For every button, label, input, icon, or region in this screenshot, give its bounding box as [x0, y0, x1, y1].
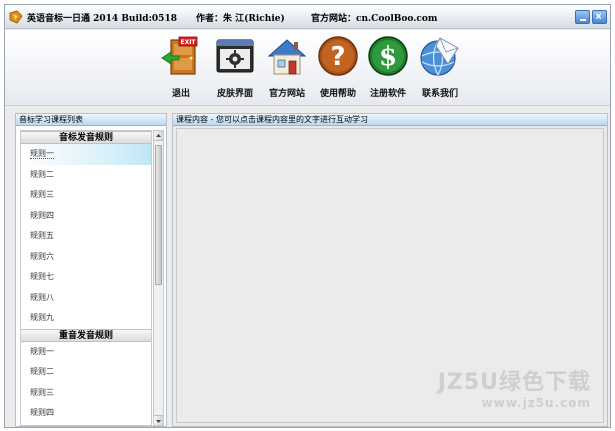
list-item-label: 规则二 [30, 169, 54, 179]
list-item-label: 规则四 [30, 408, 54, 417]
course-list: 音标发音规则 规则一 规则二 规则三 规则四 规则五 规则六 规则七 规则八 规… [20, 130, 152, 426]
globe-mail-icon [420, 37, 459, 76]
help-button[interactable]: ? 使用帮助 [312, 34, 364, 102]
app-title: 英语音标一日通 2014 Build:0518 [27, 14, 177, 24]
exit-label: 退出 [171, 89, 190, 99]
list-item[interactable]: 规则五 [21, 226, 151, 247]
contact-button[interactable]: 联系我们 [414, 34, 466, 102]
minimize-icon [580, 19, 586, 21]
arrow-up-icon [156, 134, 161, 137]
home-icon [267, 39, 307, 75]
scroll-up-button[interactable] [154, 131, 163, 141]
close-icon [595, 13, 602, 20]
list-item-label: 规则八 [30, 292, 54, 302]
svg-text:EXIT: EXIT [180, 39, 196, 46]
list-item[interactable]: 规则四 [21, 206, 151, 227]
course-list-title: 音标学习课程列表 [16, 114, 166, 126]
arrow-down-icon [156, 420, 161, 423]
app-window: 英语音标一日通 2014 Build:0518 作者：朱 江(Richie) 官… [4, 4, 611, 428]
watermark-line1: JZ5U绿色下载 [437, 370, 591, 395]
watermark: JZ5U绿色下载 www.jz5u.com [438, 364, 591, 410]
exit-button[interactable]: EXIT 退出 [155, 34, 207, 102]
website-button[interactable]: 官方网站 [261, 34, 313, 102]
list-item-label: 规则五 [30, 231, 54, 240]
list-item-label: 规则六 [30, 251, 54, 261]
scroll-down-button[interactable] [154, 415, 163, 425]
website-text: 官方网站：cn.CoolBoo.com [311, 14, 438, 24]
list-item[interactable]: 规则六 [21, 247, 151, 268]
list-item-label: 规则二 [30, 367, 54, 376]
help-label: 使用帮助 [319, 89, 356, 99]
course-list-panel: 音标学习课程列表 音标发音规则 规则一 规则二 规则三 规则四 规则五 规则六 … [15, 113, 167, 427]
skin-button[interactable]: 皮肤界面 [209, 34, 261, 102]
list-item[interactable]: 规则四 [21, 403, 151, 424]
list-item-label: 规则九 [30, 313, 54, 322]
list-item[interactable]: 规则一 [21, 342, 151, 363]
svg-text:$: $ [379, 42, 397, 72]
scroll-thumb[interactable] [155, 145, 162, 285]
register-label: 注册软件 [369, 89, 406, 99]
list-item-label: 规则三 [30, 387, 54, 397]
course-content-panel: 课程内容 - 您可以点击课程内容里的文字进行互动学习 JZ5U绿色下载 www.… [172, 113, 608, 427]
skin-window-icon [216, 39, 254, 73]
list-item[interactable]: 规则九 [21, 308, 151, 329]
app-icon [9, 10, 23, 24]
close-button[interactable] [592, 10, 607, 24]
list-item[interactable]: 规则二 [21, 362, 151, 383]
list-item[interactable]: 规则三 [21, 185, 151, 206]
skin-label: 皮肤界面 [216, 89, 253, 99]
list-item-label: 规则三 [30, 190, 54, 199]
course-list-scrollbar[interactable] [153, 130, 164, 426]
register-button[interactable]: $ 注册软件 [362, 34, 414, 102]
title-bar: 英语音标一日通 2014 Build:0518 作者：朱 江(Richie) 官… [5, 5, 610, 29]
watermark-line2: www.jz5u.com [481, 396, 591, 410]
list-item[interactable]: 规则一 [21, 144, 151, 165]
minimize-button[interactable] [575, 10, 590, 24]
list-item[interactable]: 规则二 [21, 165, 151, 186]
course-content-title: 课程内容 - 您可以点击课程内容里的文字进行互动学习 [173, 114, 607, 126]
website-label: 官方网站 [268, 89, 305, 99]
list-item[interactable]: 规则八 [21, 288, 151, 309]
svg-text:?: ? [330, 42, 345, 72]
section-header[interactable]: 音标发音规则 [21, 131, 151, 144]
help-question-icon: ? [318, 36, 358, 76]
list-item[interactable]: 规则七 [21, 267, 151, 288]
dollar-icon: $ [368, 36, 408, 76]
list-item-label: 规则七 [30, 272, 54, 281]
list-item-label: 规则一 [30, 346, 54, 356]
section-header[interactable]: 重音发音规则 [21, 328, 151, 342]
main-toolbar: EXIT 退出 皮肤界面 官方网站 ? 使用帮助 $ 注册软件 联系我们 [5, 30, 610, 106]
contact-label: 联系我们 [421, 89, 458, 99]
author-text: 作者：朱 江(Richie) [196, 14, 285, 24]
list-item[interactable]: 规则三 [21, 383, 151, 404]
list-item-label: 规则一 [30, 149, 54, 159]
exit-door-icon: EXIT [161, 36, 198, 75]
list-item-label: 规则四 [30, 210, 54, 220]
